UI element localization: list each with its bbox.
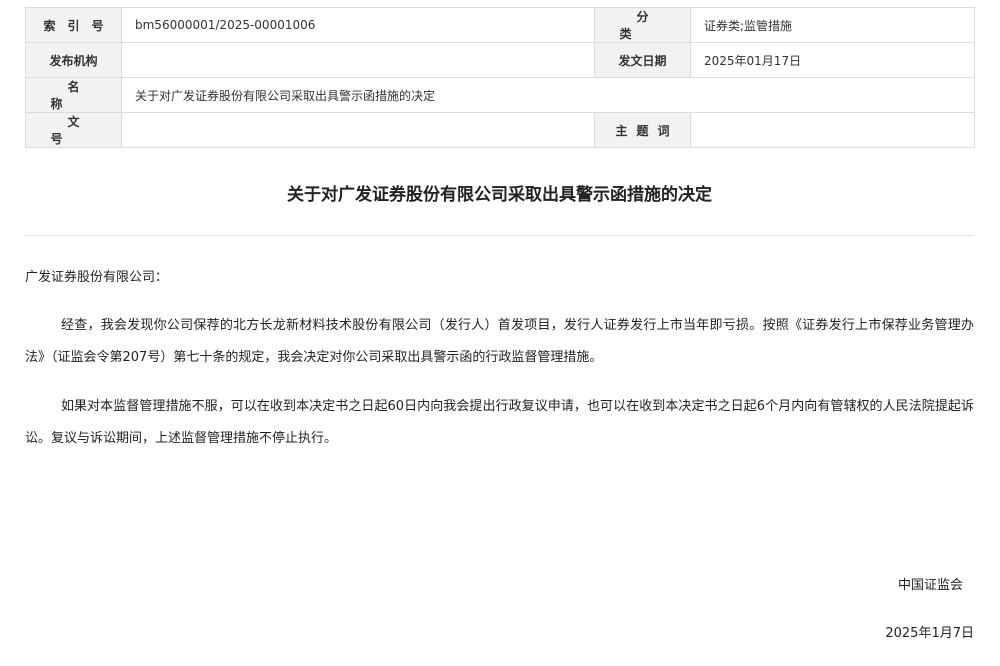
metadata-row-docno: 文号 主题词 bbox=[25, 112, 975, 148]
docno-value bbox=[121, 112, 595, 148]
title-divider bbox=[25, 235, 974, 236]
name-label: 名称 bbox=[25, 77, 122, 113]
issuer-value bbox=[121, 42, 595, 78]
docno-label: 文号 bbox=[25, 112, 122, 148]
subject-value bbox=[690, 112, 975, 148]
metadata-row-issuer: 发布机构 发文日期 2025年01月17日 bbox=[25, 42, 975, 78]
signature-organization: 中国证监会 bbox=[897, 578, 963, 593]
document-title: 关于对广发证券股份有限公司采取出具警示函措施的决定 bbox=[287, 185, 712, 205]
body-paragraph-2: 如果对本监督管理措施不服，可以在收到本决定书之日起60日内向我会提出行政复议申请… bbox=[25, 399, 974, 446]
metadata-table: 索引号 bm56000001/2025-00001006 分类 证券类;监管措施… bbox=[25, 7, 975, 148]
addressee: 广发证券股份有限公司： bbox=[25, 270, 169, 285]
metadata-row-index: 索引号 bm56000001/2025-00001006 分类 证券类;监管措施 bbox=[25, 7, 975, 43]
metadata-row-name: 名称 关于对广发证券股份有限公司采取出具警示函措施的决定 bbox=[25, 77, 975, 113]
body-paragraph-1: 经查，我会发现你公司保荐的北方长龙新材料技术股份有限公司（发行人）首发项目，发行… bbox=[25, 318, 974, 365]
date-label: 发文日期 bbox=[594, 42, 691, 78]
category-label: 分类 bbox=[594, 7, 691, 43]
category-value: 证券类;监管措施 bbox=[690, 7, 975, 43]
index-label: 索引号 bbox=[25, 7, 122, 43]
signature-date: 2025年1月7日 bbox=[885, 626, 974, 641]
issuer-label: 发布机构 bbox=[25, 42, 122, 78]
subject-label: 主题词 bbox=[594, 112, 691, 148]
index-value: bm56000001/2025-00001006 bbox=[121, 7, 595, 43]
name-value: 关于对广发证券股份有限公司采取出具警示函措施的决定 bbox=[121, 77, 975, 113]
date-value: 2025年01月17日 bbox=[690, 42, 975, 78]
